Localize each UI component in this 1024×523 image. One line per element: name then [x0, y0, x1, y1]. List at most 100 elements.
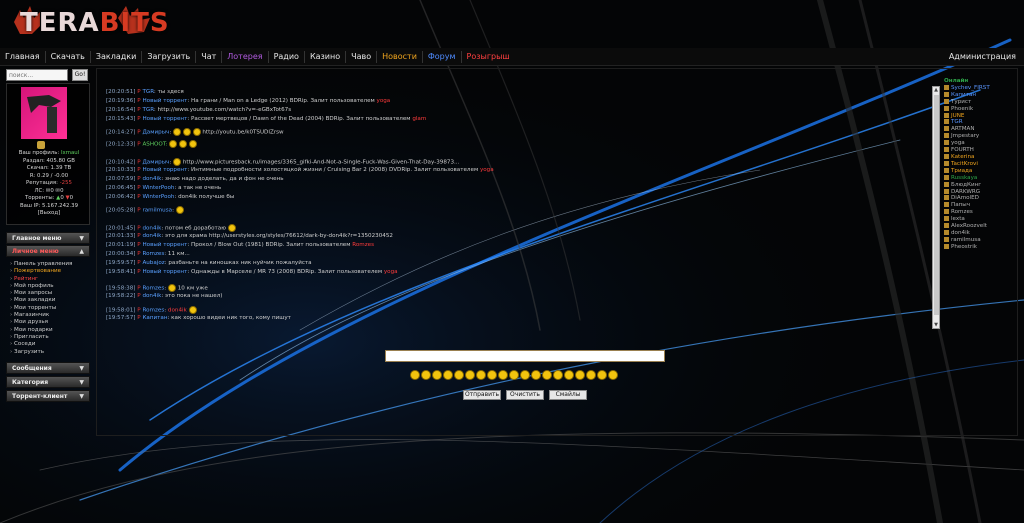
nav-administration[interactable]: Администрация: [949, 52, 1024, 61]
smiley-icon[interactable]: [509, 370, 519, 380]
submenu-item[interactable]: Мои торренты: [10, 305, 92, 312]
online-user[interactable]: Pheostrik: [944, 244, 1016, 251]
smiley-icon[interactable]: [586, 370, 596, 380]
online-user[interactable]: Phoenik: [944, 106, 1016, 113]
chevron-down-icon: ▼: [79, 379, 84, 386]
online-user[interactable]: Триада: [944, 168, 1016, 175]
nav-giveaway[interactable]: Розыгрыш: [462, 51, 515, 63]
online-user[interactable]: Romzes: [944, 209, 1016, 216]
smiley-icon[interactable]: [454, 370, 464, 380]
online-user[interactable]: FOURTH: [944, 147, 1016, 154]
online-user[interactable]: БлюдКинг: [944, 182, 1016, 189]
submenu-item[interactable]: Рейтинг: [10, 276, 92, 283]
submenu-item[interactable]: Загрузить: [10, 349, 92, 356]
chat-message: [20:01:45] P don4ik: потом еб доработаю: [106, 224, 236, 232]
nav-lottery[interactable]: Лотерея: [222, 50, 269, 63]
messages-menu-toggle[interactable]: Сообщения ▼: [6, 362, 90, 374]
smiley-icon[interactable]: [432, 370, 442, 380]
chat-message: [20:07:59] P don4ik: знаю надо доделать,…: [106, 176, 284, 182]
submenu-item[interactable]: Соседи: [10, 341, 92, 348]
smiley-icon[interactable]: [520, 370, 530, 380]
nav-chat[interactable]: Чат: [196, 50, 223, 63]
smiley-icon[interactable]: [476, 370, 486, 380]
chat-scrollbar[interactable]: ▲ ▼: [932, 86, 940, 329]
online-user[interactable]: lexta: [944, 216, 1016, 223]
chat-message: [19:58:22] P don4ik: это пока не нашел): [106, 293, 223, 299]
send-button[interactable]: Отправить: [463, 390, 501, 400]
torrent-client-menu-toggle[interactable]: Торрент-клиент ▼: [6, 390, 90, 402]
smiley-icon[interactable]: [410, 370, 420, 380]
smiley-icon[interactable]: [531, 370, 541, 380]
online-title: Онлайн: [944, 78, 969, 84]
online-user[interactable]: Katerina: [944, 154, 1016, 161]
chat-message: [19:59:57] P Aubajoz: разбаньте на кинош…: [106, 260, 312, 266]
avatar[interactable]: [21, 87, 67, 139]
chat-message: [20:15:43] P Новый торрент: Рассвет мерт…: [106, 116, 427, 122]
nav-faq[interactable]: Чаво: [346, 50, 378, 63]
chat-message: [20:19:36] P Новый торрент: На грани / M…: [106, 98, 391, 104]
online-user[interactable]: ramilmusa: [944, 237, 1016, 244]
online-user[interactable]: Капитан: [944, 92, 1016, 99]
nav-radio[interactable]: Радио: [269, 50, 305, 63]
smiles-button[interactable]: Смайлы: [549, 390, 587, 400]
nav-home[interactable]: Главная: [0, 50, 46, 63]
submenu-item[interactable]: Мои закладки: [10, 297, 92, 304]
online-user[interactable]: ARTMAN: [944, 126, 1016, 133]
avatar-figure-icon: [27, 95, 61, 133]
search-input[interactable]: [6, 69, 68, 81]
chat-message-input[interactable]: [385, 350, 665, 362]
nav-forum[interactable]: Форум: [423, 50, 462, 63]
category-menu-toggle[interactable]: Категория ▼: [6, 376, 90, 388]
smiley-icon[interactable]: [553, 370, 563, 380]
online-user[interactable]: AlexRoozvelt: [944, 223, 1016, 230]
smiley-icon[interactable]: [542, 370, 552, 380]
smiley-icon[interactable]: [487, 370, 497, 380]
online-user[interactable]: Russkaya: [944, 175, 1016, 182]
chat-message: [19:58:01] P Romzes: don4ik: [106, 306, 197, 314]
online-user[interactable]: JUNE: [944, 113, 1016, 120]
nav-upload[interactable]: Загрузить: [142, 50, 197, 63]
scrollbar-thumb[interactable]: [934, 95, 939, 315]
smiley-icon[interactable]: [564, 370, 574, 380]
nav-casino[interactable]: Казино: [305, 50, 347, 63]
main-menu-toggle[interactable]: Главное меню ▼: [6, 232, 90, 244]
online-user[interactable]: Jmpestary: [944, 133, 1016, 140]
submenu-item[interactable]: Магазинчик: [10, 312, 92, 319]
nav-news[interactable]: Новости: [377, 50, 423, 63]
personal-menu-toggle[interactable]: Личное меню ▲: [6, 245, 90, 257]
online-user[interactable]: TGR: [944, 119, 1016, 126]
submenu-item[interactable]: Панель управления: [10, 261, 92, 268]
submenu-item[interactable]: Мои запросы: [10, 290, 92, 297]
online-user[interactable]: TacitKrovi: [944, 161, 1016, 168]
submenu-item[interactable]: Пригласить: [10, 334, 92, 341]
smiley-icon[interactable]: [443, 370, 453, 380]
clear-button[interactable]: Очистить: [506, 390, 544, 400]
online-user[interactable]: yoga: [944, 140, 1016, 147]
nav-bookmarks[interactable]: Закладки: [91, 50, 143, 63]
smiley-icon[interactable]: [421, 370, 431, 380]
submenu-item[interactable]: Мои подарки: [10, 327, 92, 334]
chat-log[interactable]: [20:20:51] P TGR: ты здеся [20:19:36] P …: [106, 87, 706, 331]
chat-message: [20:14:27] P Дамирыч: http://youtu.be/k0…: [106, 128, 284, 136]
scroll-up-icon[interactable]: ▲: [933, 87, 939, 93]
nav-download[interactable]: Скачать: [46, 50, 91, 63]
smiley-icon[interactable]: [498, 370, 508, 380]
smiley-icon[interactable]: [597, 370, 607, 380]
online-user[interactable]: Турист: [944, 99, 1016, 106]
site-logo[interactable]: TERABITS: [6, 4, 169, 44]
submenu-item[interactable]: Пожертвование: [10, 268, 92, 275]
smiley-icon[interactable]: [608, 370, 618, 380]
smiley-icon[interactable]: [575, 370, 585, 380]
online-user[interactable]: Sychev_FIRST: [944, 85, 1016, 92]
online-user[interactable]: DiAmolED: [944, 195, 1016, 202]
logout-link[interactable]: [Выход]: [7, 210, 91, 218]
submenu-item[interactable]: Мои друзья: [10, 319, 92, 326]
search-go-button[interactable]: Go!: [72, 69, 88, 81]
online-user[interactable]: DARKWRG: [944, 189, 1016, 196]
submenu-item[interactable]: Мой профиль: [10, 283, 92, 290]
smiley-icon[interactable]: [465, 370, 475, 380]
profile-nick[interactable]: Ixmaul: [61, 150, 79, 156]
scroll-down-icon[interactable]: ▼: [933, 322, 939, 328]
online-user[interactable]: don4ik: [944, 230, 1016, 237]
online-user[interactable]: Папыч: [944, 202, 1016, 209]
